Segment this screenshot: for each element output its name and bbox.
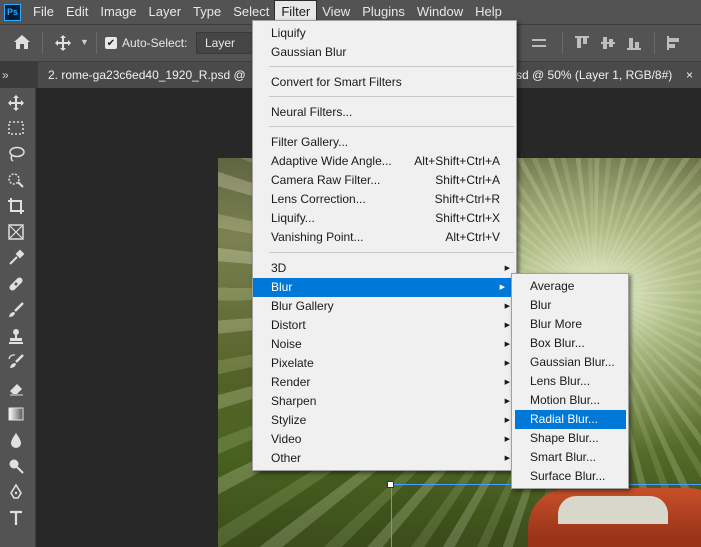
submenu-arrow-icon: ▶ [504,398,510,405]
tools-panel [0,88,36,547]
stamp-icon[interactable] [4,325,28,347]
align-vertical-center-icon[interactable] [600,35,616,54]
auto-select-target-value: Layer [205,36,236,50]
tab-label: sd @ 50% (Layer 1, RGB/8#) [516,68,673,82]
menu-item-other[interactable]: Other ▶ [253,449,516,468]
divider [562,32,563,54]
submenu-arrow-icon: ▶ [504,265,510,272]
menu-item-stylize[interactable]: Stylize ▶ [253,411,516,430]
eraser-icon[interactable] [4,377,28,399]
distribute-icon[interactable] [530,35,548,54]
menu-layer[interactable]: Layer [143,1,188,23]
submenu-arrow-icon: ▶ [504,341,510,348]
menu-separator [269,252,514,253]
menu-item-liquify-last[interactable]: Liquify [253,24,516,43]
menu-separator [269,66,514,67]
crop-icon[interactable] [4,195,28,217]
menu-item-neural-filters[interactable]: Neural Filters... [253,103,516,122]
frame-icon[interactable] [4,221,28,243]
marquee-icon[interactable] [4,117,28,139]
menu-item-adaptive-wide-angle[interactable]: Adaptive Wide Angle... Alt+Shift+Ctrl+A [253,152,516,171]
blur-submenu: Average Blur Blur More Box Blur... Gauss… [511,273,629,489]
submenu-arrow-icon: ▶ [504,379,510,386]
auto-select-target-dropdown[interactable]: Layer [196,32,256,54]
menu-item-vanishing-point[interactable]: Vanishing Point... Alt+Ctrl+V [253,228,516,247]
menu-item-noise[interactable]: Noise ▶ [253,335,516,354]
submenu-item-average[interactable]: Average [512,277,628,296]
type-icon[interactable] [4,507,28,529]
tab-active-document[interactable]: sd @ 50% (Layer 1, RGB/8#) × [516,62,701,88]
panel-collapse-icon[interactable]: » [0,62,14,88]
menu-separator [269,126,514,127]
menu-item-distort[interactable]: Distort ▶ [253,316,516,335]
menu-item-blur-gallery[interactable]: Blur Gallery ▶ [253,297,516,316]
pen-icon[interactable] [4,481,28,503]
chevron-down-icon[interactable]: ▼ [80,37,89,47]
filter-menu: Liquify Gaussian Blur Convert for Smart … [252,20,517,471]
submenu-arrow-icon: ▶ [499,284,505,291]
menu-item-video[interactable]: Video ▶ [253,430,516,449]
submenu-item-surface-blur[interactable]: Surface Blur... [512,467,628,486]
submenu-item-blur-more[interactable]: Blur More [512,315,628,334]
submenu-arrow-icon: ▶ [504,322,510,329]
submenu-arrow-icon: ▶ [504,360,510,367]
auto-select-label: Auto-Select: [122,36,188,50]
menu-item-liquify[interactable]: Liquify... Shift+Ctrl+X [253,209,516,228]
menu-item-pixelate[interactable]: Pixelate ▶ [253,354,516,373]
submenu-item-box-blur[interactable]: Box Blur... [512,334,628,353]
menu-edit[interactable]: Edit [60,1,94,23]
submenu-arrow-icon: ▶ [504,436,510,443]
tab-rome-document[interactable]: 2. rome-ga23c6ed40_1920_R.psd @ [38,62,252,88]
submenu-arrow-icon: ▶ [504,303,510,310]
home-icon[interactable] [12,33,32,54]
submenu-arrow-icon: ▶ [504,455,510,462]
submenu-arrow-icon: ▶ [504,417,510,424]
move-tool-preset-icon[interactable] [54,34,72,55]
menu-type[interactable]: Type [187,1,227,23]
menu-file[interactable]: File [27,1,60,23]
healing-icon[interactable] [4,273,28,295]
gradient-icon[interactable] [4,403,28,425]
tab-label: 2. rome-ga23c6ed40_1920_R.psd @ [48,68,246,82]
menu-item-sharpen[interactable]: Sharpen ▶ [253,392,516,411]
submenu-item-blur[interactable]: Blur [512,296,628,315]
move-icon[interactable] [4,92,28,114]
menu-item-filter-gallery[interactable]: Filter Gallery... [253,133,516,152]
submenu-item-radial-blur[interactable]: Radial Blur... [515,410,626,429]
submenu-item-motion-blur[interactable]: Motion Blur... [512,391,628,410]
menu-item-convert-smart-filters[interactable]: Convert for Smart Filters [253,73,516,92]
align-left-icon[interactable] [666,35,682,54]
lasso-icon[interactable] [4,143,28,165]
menu-item-camera-raw-filter[interactable]: Camera Raw Filter... Shift+Ctrl+A [253,171,516,190]
menu-image[interactable]: Image [94,1,142,23]
photoshop-logo-icon: Ps [4,3,21,21]
submenu-item-shape-blur[interactable]: Shape Blur... [512,429,628,448]
transform-bounding-box-edge[interactable] [391,484,392,547]
align-bottom-icon[interactable] [626,35,642,54]
divider [654,32,655,54]
divider [96,32,97,54]
history-brush-icon[interactable] [4,351,28,373]
submenu-item-lens-blur[interactable]: Lens Blur... [512,372,628,391]
menu-separator [269,96,514,97]
menu-item-3d[interactable]: 3D ▶ [253,259,516,278]
blur-drop-icon[interactable] [4,429,28,451]
quick-select-icon[interactable] [4,169,28,191]
submenu-item-gaussian-blur[interactable]: Gaussian Blur... [512,353,628,372]
dodge-icon[interactable] [4,455,28,477]
submenu-item-smart-blur[interactable]: Smart Blur... [512,448,628,467]
menu-item-gaussian-blur-last[interactable]: Gaussian Blur [253,43,516,62]
divider [42,32,43,54]
menu-item-render[interactable]: Render ▶ [253,373,516,392]
brush-icon[interactable] [4,299,28,321]
car-windshield-region [558,496,668,524]
align-top-icon[interactable] [574,35,590,54]
transform-handle[interactable] [387,481,394,488]
close-tab-icon[interactable]: × [686,62,693,88]
menu-item-blur[interactable]: Blur ▶ [253,278,511,297]
menu-item-lens-correction[interactable]: Lens Correction... Shift+Ctrl+R [253,190,516,209]
eyedropper-icon[interactable] [4,247,28,269]
auto-select-checkbox[interactable]: ✔ [105,37,117,49]
